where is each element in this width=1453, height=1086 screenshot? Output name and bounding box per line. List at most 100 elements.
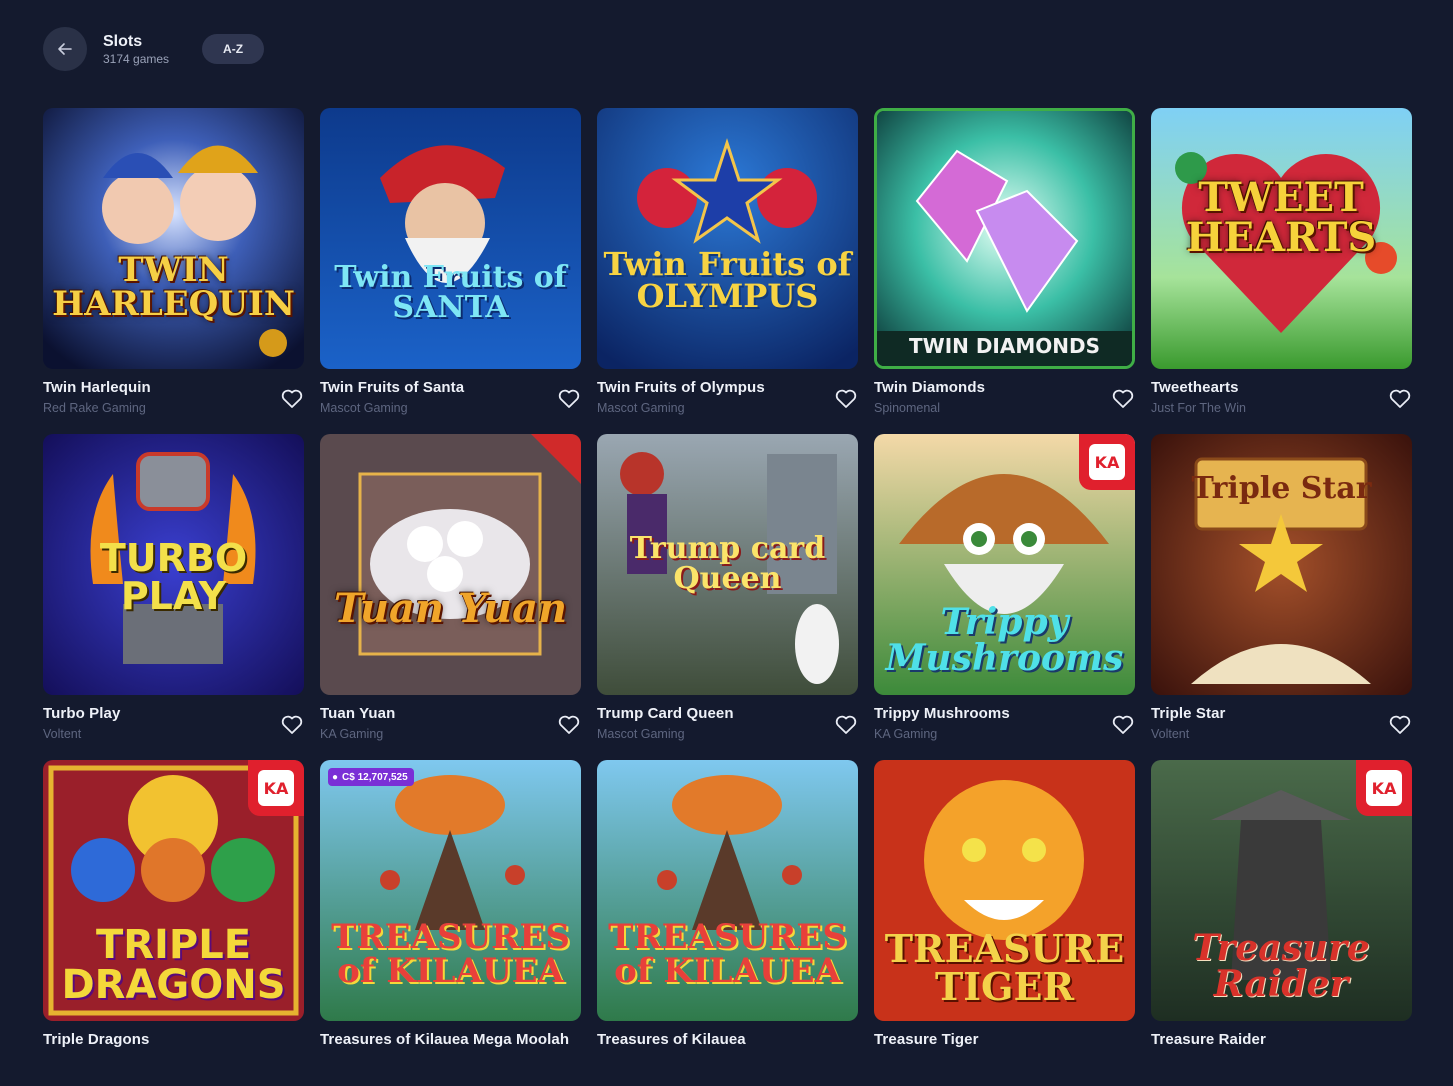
- game-card: KA Trippy Mushrooms Trippy Mushrooms KA …: [874, 434, 1135, 760]
- game-provider: KA Gaming: [874, 727, 938, 741]
- game-art: [1151, 434, 1412, 695]
- heart-icon: [558, 715, 580, 734]
- game-thumbnail[interactable]: Twin Fruits of OLYMPUS: [597, 108, 858, 369]
- game-card: TURBO PLAY Turbo Play Voltent: [43, 434, 304, 760]
- favorite-button[interactable]: [557, 713, 581, 737]
- provider-badge: KA: [1356, 760, 1412, 816]
- heart-icon: [1112, 389, 1134, 408]
- game-thumbnail[interactable]: Triple Star: [1151, 434, 1412, 695]
- favorite-button[interactable]: [557, 387, 581, 411]
- game-card: Tuan Yuan Tuan Yuan KA Gaming: [320, 434, 581, 760]
- game-name[interactable]: Tweethearts: [1151, 378, 1412, 398]
- game-art: [1151, 108, 1412, 369]
- ka-logo-icon: KA: [1089, 444, 1125, 480]
- jackpot-amount: C$ 12,707,525: [342, 771, 408, 783]
- heart-icon: [1389, 389, 1411, 408]
- game-name[interactable]: Twin Fruits of Santa: [320, 378, 581, 398]
- page-header: Slots 3174 games A-Z: [43, 27, 265, 71]
- favorite-button[interactable]: [834, 387, 858, 411]
- game-thumbnail[interactable]: ● C$ 12,707,525 TREASURES of KILAUEA: [320, 760, 581, 1021]
- favorite-button[interactable]: [280, 387, 304, 411]
- favorite-button[interactable]: [280, 713, 304, 737]
- game-thumbnail[interactable]: Trump card Queen: [597, 434, 858, 695]
- game-name[interactable]: Trump Card Queen: [597, 704, 858, 724]
- game-thumbnail[interactable]: KA Trippy Mushrooms: [874, 434, 1135, 695]
- game-card: Triple Star Triple Star Voltent: [1151, 434, 1412, 760]
- heart-icon: [1389, 715, 1411, 734]
- game-art: [597, 760, 858, 1021]
- game-card: TWIN HARLEQUIN Twin Harlequin Red Rake G…: [43, 108, 304, 434]
- favorite-button[interactable]: [1388, 387, 1412, 411]
- game-thumbnail[interactable]: TREASURES of KILAUEA: [597, 760, 858, 1021]
- game-provider: Mascot Gaming: [597, 727, 685, 741]
- game-thumbnail[interactable]: TWIN DIAMONDS: [874, 108, 1135, 369]
- game-provider: KA Gaming: [320, 727, 384, 741]
- game-name[interactable]: Trippy Mushrooms: [874, 704, 1135, 724]
- sort-button[interactable]: A-Z: [202, 34, 265, 64]
- game-name[interactable]: Treasures of Kilauea Mega Moolah: [320, 1030, 581, 1050]
- game-thumbnail[interactable]: TWEET HEARTS: [1151, 108, 1412, 369]
- game-name[interactable]: Twin Diamonds: [874, 378, 1135, 398]
- game-card: Twin Fruits of SANTA Twin Fruits of Sant…: [320, 108, 581, 434]
- game-card: KA TRIPLE DRAGONS Triple Dragons: [43, 760, 304, 1086]
- game-name[interactable]: Treasure Raider: [1151, 1030, 1412, 1050]
- favorite-button[interactable]: [1111, 713, 1135, 737]
- game-name[interactable]: Triple Dragons: [43, 1030, 304, 1050]
- game-provider: Voltent: [1151, 727, 1190, 741]
- game-art: [597, 108, 858, 369]
- provider-badge: KA: [1079, 434, 1135, 490]
- game-provider: Spinomenal: [874, 401, 941, 415]
- arrow-left-icon: [58, 43, 72, 55]
- game-thumbnail[interactable]: Tuan Yuan: [320, 434, 581, 695]
- game-card: ● C$ 12,707,525 TREASURES of KILAUEA Trea…: [320, 760, 581, 1086]
- game-art: [874, 760, 1135, 1021]
- game-name[interactable]: Treasures of Kilauea: [597, 1030, 858, 1050]
- game-name[interactable]: Turbo Play: [43, 704, 304, 724]
- ka-logo-icon: KA: [258, 770, 294, 806]
- game-art: [43, 434, 304, 695]
- game-art: [320, 108, 581, 369]
- game-thumbnail[interactable]: TREASURE TIGER: [874, 760, 1135, 1021]
- page-title: Slots: [103, 32, 143, 50]
- heart-icon: [835, 389, 857, 408]
- game-art: [320, 760, 581, 1021]
- heart-icon: [281, 715, 303, 734]
- game-card: Twin Fruits of OLYMPUS Twin Fruits of Ol…: [597, 108, 858, 434]
- game-provider: Voltent: [43, 727, 82, 741]
- game-art: [597, 434, 858, 695]
- game-provider: Just For The Win: [1151, 401, 1246, 415]
- game-card: TWEET HEARTS Tweethearts Just For The Wi…: [1151, 108, 1412, 434]
- game-art: [43, 108, 304, 369]
- games-grid: TWIN HARLEQUIN Twin Harlequin Red Rake G…: [43, 108, 1412, 1086]
- games-count: 3174 games: [103, 51, 170, 66]
- coin-icon: ●: [332, 771, 339, 783]
- game-thumbnail[interactable]: TURBO PLAY: [43, 434, 304, 695]
- heart-icon: [1112, 715, 1134, 734]
- game-thumbnail[interactable]: TWIN HARLEQUIN: [43, 108, 304, 369]
- game-card: KA Treasure Raider Treasure Raider: [1151, 760, 1412, 1086]
- back-button[interactable]: [43, 27, 87, 71]
- favorite-button[interactable]: [1111, 387, 1135, 411]
- game-card: TREASURES of KILAUEA Treasures of Kilaue…: [597, 760, 858, 1086]
- heart-icon: [281, 389, 303, 408]
- heart-icon: [558, 389, 580, 408]
- game-art: [320, 434, 581, 695]
- provider-badge: KA: [248, 760, 304, 816]
- title-block: Slots 3174 games: [103, 33, 169, 66]
- game-provider: Mascot Gaming: [597, 401, 685, 415]
- game-name[interactable]: Tuan Yuan: [320, 704, 581, 724]
- game-thumbnail[interactable]: KA Treasure Raider: [1151, 760, 1412, 1021]
- game-card: TREASURE TIGER Treasure Tiger: [874, 760, 1135, 1086]
- jackpot-badge: ● C$ 12,707,525: [328, 768, 414, 786]
- game-thumbnail[interactable]: KA TRIPLE DRAGONS: [43, 760, 304, 1021]
- game-name[interactable]: Treasure Tiger: [874, 1030, 1135, 1050]
- game-name[interactable]: Twin Fruits of Olympus: [597, 378, 858, 398]
- favorite-button[interactable]: [834, 713, 858, 737]
- favorite-button[interactable]: [1388, 713, 1412, 737]
- game-name[interactable]: Twin Harlequin: [43, 378, 304, 398]
- heart-icon: [835, 715, 857, 734]
- game-provider: Mascot Gaming: [320, 401, 408, 415]
- game-provider: Red Rake Gaming: [43, 401, 146, 415]
- game-thumbnail[interactable]: Twin Fruits of SANTA: [320, 108, 581, 369]
- game-name[interactable]: Triple Star: [1151, 704, 1412, 724]
